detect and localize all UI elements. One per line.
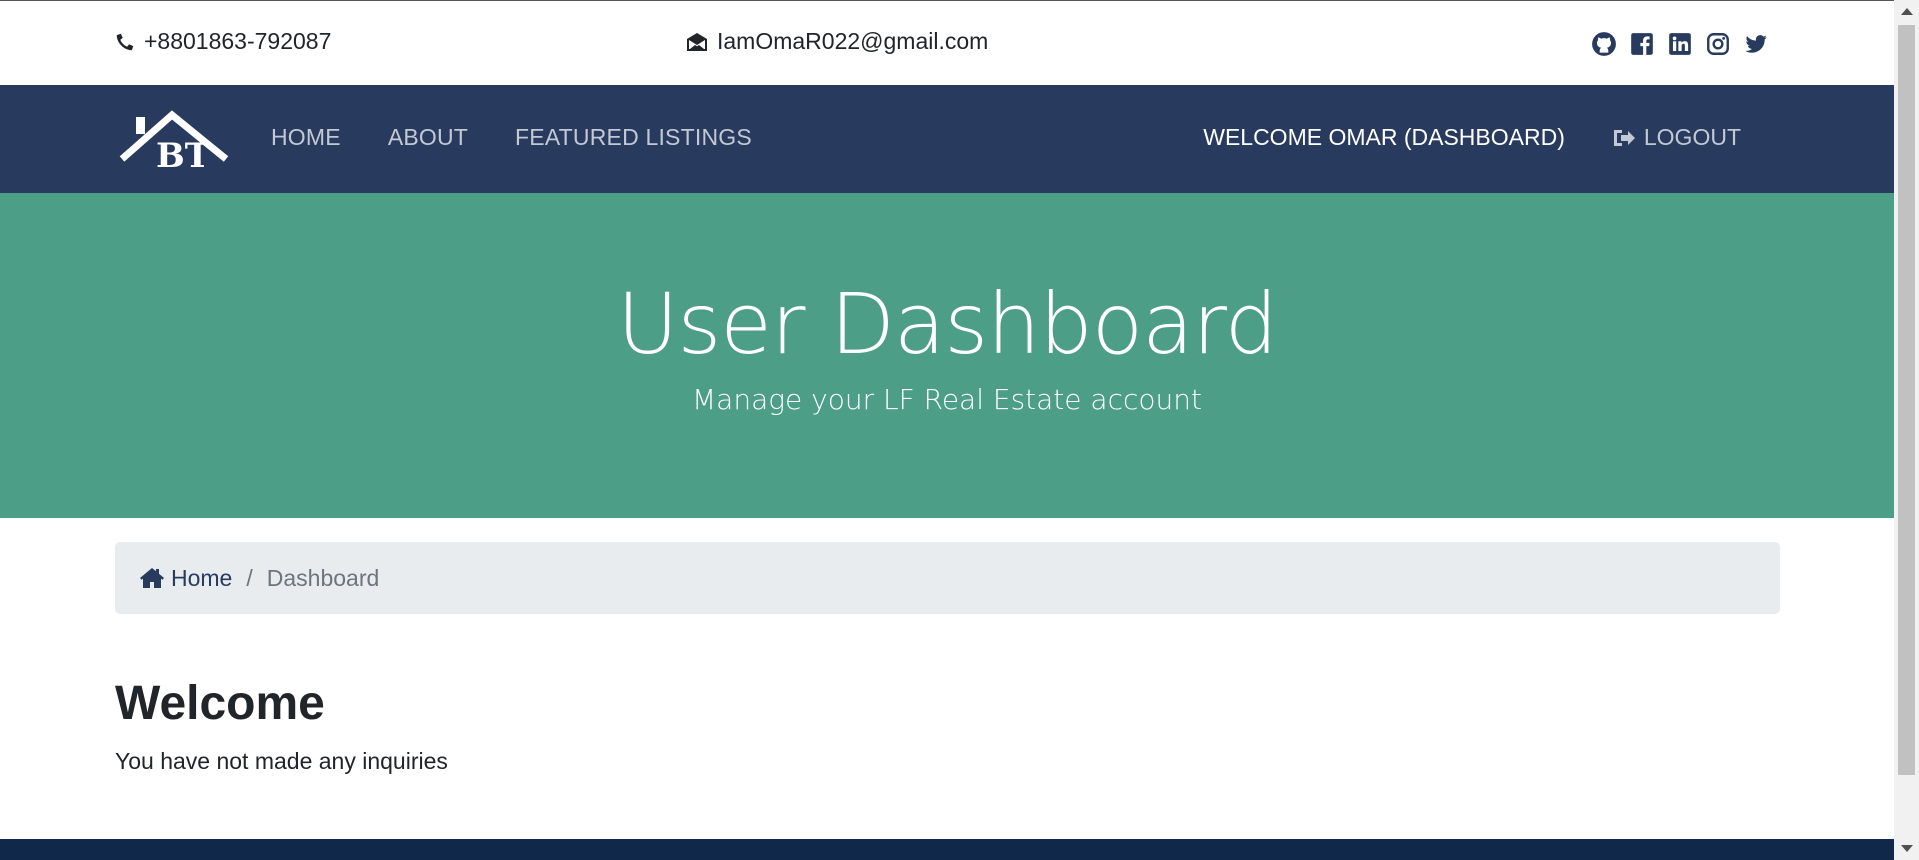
page-scrollbar[interactable]: [1894, 0, 1919, 860]
inquiries-message: You have not made any inquiries: [115, 748, 448, 774]
welcome-heading: Welcome: [115, 677, 325, 730]
scroll-up-arrow-icon[interactable]: [1901, 8, 1913, 15]
footer: [0, 839, 1894, 860]
main-navbar: BT HOME ABOUT FEATURED LISTINGS WELCOME …: [0, 85, 1894, 193]
nav-user-menu: WELCOME OMAR (DASHBOARD) LOGOUT: [1203, 124, 1741, 151]
top-bar: +8801863-792087 IamOmaR022@gmail.com: [0, 0, 1894, 85]
home-icon: [140, 568, 164, 588]
breadcrumb-home[interactable]: Home: [139, 565, 232, 592]
page-title: User Dashboard: [617, 275, 1278, 373]
facebook-icon[interactable]: [1629, 31, 1655, 57]
nav-links: HOME ABOUT FEATURED LISTINGS: [271, 124, 752, 151]
nav-link-home[interactable]: HOME: [271, 124, 341, 151]
scroll-down-arrow-icon[interactable]: [1901, 845, 1913, 852]
showcase-banner: User Dashboard Manage your LF Real Estat…: [0, 193, 1894, 518]
phone-number: +8801863-792087: [144, 28, 332, 54]
nav-link-featured-listings[interactable]: FEATURED LISTINGS: [515, 124, 752, 151]
nav-link-dashboard[interactable]: WELCOME OMAR (DASHBOARD): [1203, 124, 1565, 151]
phone-icon: [116, 33, 134, 50]
envelope-icon: [687, 32, 707, 51]
brand-logo[interactable]: BT: [118, 107, 230, 176]
breadcrumb: Home / Dashboard: [115, 542, 1780, 614]
page: +8801863-792087 IamOmaR022@gmail.com BT …: [0, 0, 1894, 860]
github-icon[interactable]: [1591, 31, 1617, 57]
breadcrumb-separator: /: [246, 564, 253, 591]
scrollbar-thumb[interactable]: [1898, 25, 1915, 775]
social-links: [1591, 31, 1769, 57]
email-contact: IamOmaR022@gmail.com: [685, 28, 988, 55]
breadcrumb-home-label: Home: [171, 564, 233, 591]
breadcrumb-current: Dashboard: [266, 564, 380, 591]
linkedin-icon[interactable]: [1667, 31, 1693, 57]
logo-text: BT: [156, 136, 210, 173]
logout-label: LOGOUT: [1643, 124, 1741, 150]
sign-out-icon: [1613, 129, 1635, 146]
logout-link[interactable]: LOGOUT: [1612, 124, 1741, 151]
email-address: IamOmaR022@gmail.com: [717, 28, 989, 54]
nav-link-about[interactable]: ABOUT: [388, 124, 468, 151]
instagram-icon[interactable]: [1705, 31, 1731, 57]
page-subtitle: Manage your LF Real Estate account: [692, 383, 1202, 416]
twitter-icon[interactable]: [1743, 31, 1769, 57]
phone-contact: +8801863-792087: [114, 28, 331, 55]
